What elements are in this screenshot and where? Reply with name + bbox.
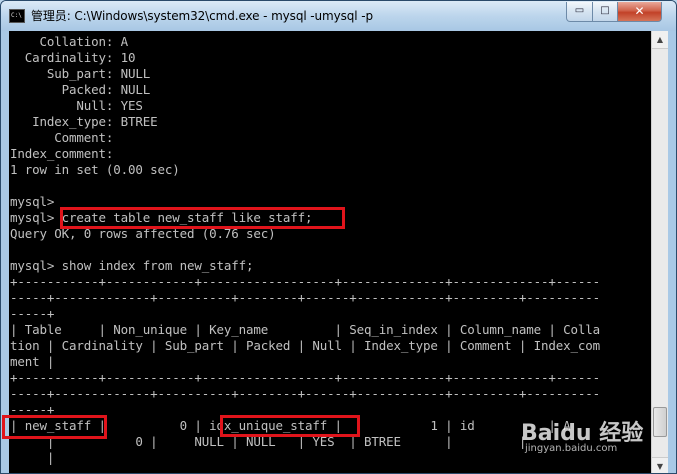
console-line: Sub_part: NULL [10, 66, 151, 81]
baidu-watermark-url: jingyan.baidu.com [525, 443, 618, 454]
minimize-button[interactable]: ▭ [566, 2, 593, 22]
console-line: ment | [10, 354, 55, 369]
maximize-button[interactable]: □ [592, 2, 618, 22]
console-line: Null: YES [10, 98, 143, 113]
console-line: +-----------+------------+--------------… [10, 370, 601, 385]
console-line: -----+-------------+----------+--------+… [10, 290, 601, 305]
console-line: mysql> show index from new_staff; [10, 258, 254, 273]
console-line: 1 row in set (0.00 sec) [10, 162, 180, 177]
cmd-window: C:\ 管理员: C:\Windows\system32\cmd.exe - m… [0, 0, 677, 474]
console-output[interactable]: Collation: A Cardinality: 10 Sub_part: N… [9, 31, 651, 473]
console-line: -----+-------------+----------+--------+… [10, 386, 601, 401]
console-line: Packed: NULL [10, 82, 151, 97]
window-frame-right [668, 31, 676, 473]
console-line: | Table | Non_unique | Key_name | Seq_in… [10, 322, 601, 337]
window-title: 管理员: C:\Windows\system32\cmd.exe - mysql… [31, 9, 373, 23]
console-line: Collation: A [10, 34, 129, 49]
console-line: -----+ [10, 306, 55, 321]
highlight-key-name [220, 415, 360, 437]
console-line: mysql> [10, 194, 55, 209]
highlight-create-table [60, 207, 345, 229]
console-line: tion | Cardinality | Sub_part | Packed |… [10, 338, 601, 353]
console-line: | [10, 450, 55, 465]
console-line: Comment: [10, 130, 121, 145]
console-line: Cardinality: 10 [10, 50, 136, 65]
maximize-icon: □ [600, 5, 610, 16]
console-line: Index_comment: [10, 146, 121, 161]
scroll-down-icon[interactable]: ▼ [652, 457, 668, 473]
scroll-thumb[interactable] [653, 407, 667, 437]
scroll-up-icon[interactable]: ▲ [652, 31, 668, 49]
minimize-icon: ▭ [574, 5, 585, 16]
title-bar[interactable]: C:\ 管理员: C:\Windows\system32\cmd.exe - m… [1, 1, 676, 31]
console-line: +-----------+------------+--------------… [10, 274, 601, 289]
vertical-scrollbar[interactable]: ▲ ▼ [651, 31, 668, 473]
close-button[interactable]: ✕ [617, 2, 662, 22]
cmd-icon[interactable]: C:\ [9, 9, 25, 23]
close-icon: ✕ [634, 4, 645, 18]
highlight-table-name [2, 415, 107, 439]
console-line: Index_type: BTREE [10, 114, 158, 129]
